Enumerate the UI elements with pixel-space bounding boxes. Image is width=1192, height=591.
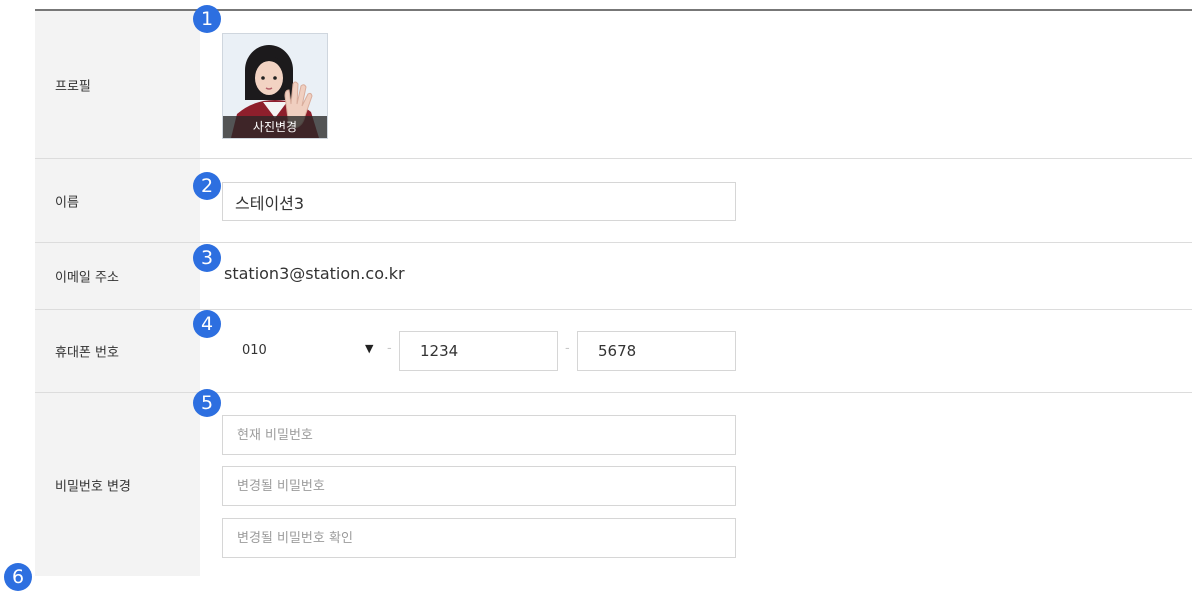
step-badge-4: 4 (193, 310, 221, 338)
new-password-input[interactable] (222, 466, 736, 506)
step-badge-1: 1 (193, 5, 221, 33)
label-profile: 프로필 (55, 79, 91, 94)
email-value: station3@station.co.kr (224, 264, 405, 283)
label-name: 이름 (55, 195, 79, 210)
current-password-input[interactable] (222, 415, 736, 455)
avatar[interactable]: 사진변경 (222, 33, 328, 139)
phone-prefix-select[interactable]: 010 ▼ (222, 331, 383, 371)
label-phone: 휴대폰 번호 (55, 345, 119, 361)
phone-separator: - (387, 341, 392, 356)
row-profile: 프로필 (35, 11, 1192, 158)
step-badge-5: 5 (193, 389, 221, 417)
dropdown-arrow-icon: ▼ (365, 342, 374, 355)
step-badge-3: 3 (193, 244, 221, 272)
confirm-password-input[interactable] (222, 518, 736, 558)
phone-middle-input[interactable] (399, 331, 558, 371)
step-badge-2: 2 (193, 172, 221, 200)
name-input[interactable] (222, 182, 736, 221)
phone-last-input[interactable] (577, 331, 736, 371)
change-photo-button[interactable]: 사진변경 (223, 116, 327, 138)
label-email: 이메일 주소 (55, 270, 119, 286)
phone-separator: - (565, 341, 570, 356)
phone-prefix-value: 010 (242, 343, 267, 358)
label-password: 비밀번호 변경 (55, 479, 131, 494)
step-badge-6: 6 (4, 563, 32, 591)
